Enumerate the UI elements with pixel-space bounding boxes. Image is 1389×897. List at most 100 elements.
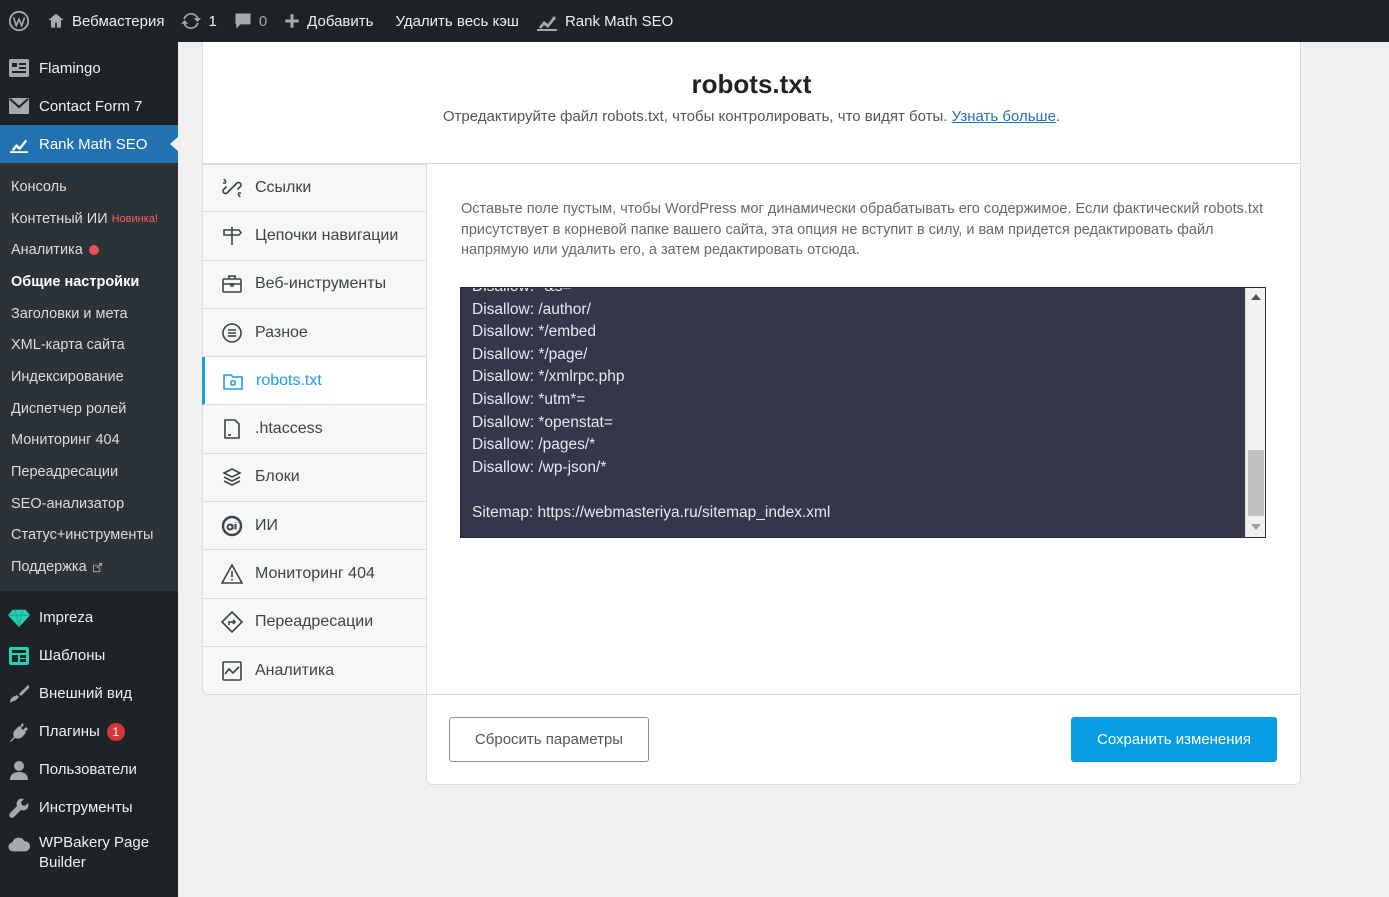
robots-description: Оставьте поле пустым, чтобы WordPress мо… [461,201,1264,258]
save-changes-button[interactable]: Сохранить изменения [1071,717,1277,762]
tab-404-monitor[interactable]: Мониторинг 404 [202,550,427,599]
diamond-icon [8,607,30,629]
updates-link[interactable]: 1 [172,0,224,42]
submenu-general-settings[interactable]: Общие настройки [0,266,178,298]
tab-label: Разное [255,323,308,341]
submenu-analytics[interactable]: Аналитика [0,234,178,266]
settings-tabs: Ссылки Цепочки навигации Веб-инструменты… [202,164,427,696]
tab-label: Блоки [255,468,300,486]
rank-math-adminbar-label: Rank Math SEO [564,12,674,30]
submenu-label: Заголовки и мета [11,305,128,322]
refresh-icon [181,13,202,29]
new-badge: Новинка! [111,212,158,225]
file-icon [221,418,243,440]
submenu-label: Контетный ИИ [11,210,108,227]
scroll-up-arrow-icon[interactable] [1251,294,1261,300]
clear-cache-label: Удалить весь кэш [395,12,519,30]
tab-redirections[interactable]: Переадресации [202,598,427,647]
menu-contact-form-7-label: Contact Form 7 [39,97,143,115]
submenu-status-tools[interactable]: Статус+инструменты [0,520,178,552]
site-name-link[interactable]: Вебмастерия [38,0,172,42]
tab-analytics[interactable]: Аналитика [202,646,427,696]
comment-icon [235,13,251,29]
menu-rank-math-seo[interactable]: Rank Math SEO [0,125,179,163]
menu-tools-label: Инструменты [39,799,133,817]
settings-footer: Сбросить параметры Сохранить изменения [426,694,1301,785]
submenu-label: Диспетчер ролей [11,400,127,417]
comments-link[interactable]: 0 [225,0,275,42]
menu-wpbakery-label: WPBakery Page Builder [39,833,150,871]
tab-webmaster-tools[interactable]: Веб-инструменты [202,260,427,309]
menu-impreza[interactable]: Impreza [0,599,178,637]
editor-scrollbar[interactable] [1245,288,1265,537]
robots-txt-editor[interactable]: Disallow: *&s=Disallow: /author/Disallow… [460,287,1266,538]
mail-icon [8,95,30,117]
tab-htaccess[interactable]: .htaccess [202,405,427,454]
redirect-icon [221,611,243,634]
menu-plugins-label: Плагины [39,723,100,741]
submenu-console[interactable]: Консоль [0,171,178,203]
submenu-role-manager[interactable]: Диспетчер ролей [0,393,178,425]
submenu-indexing[interactable]: Индексирование [0,361,178,393]
robots-settings-panel: Оставьте поле пустым, чтобы WordPress мо… [426,164,1301,695]
notification-dot [88,245,99,256]
menu-flamingo[interactable]: Flamingo [0,49,178,87]
tab-label: Переадресации [255,613,374,631]
rank-math-icon [536,16,557,31]
submenu-label: Переадресации [11,464,119,481]
submenu-404-monitor[interactable]: Мониторинг 404 [0,425,178,457]
submenu-redirections[interactable]: Переадресации [0,456,178,488]
reset-options-button[interactable]: Сбросить параметры [449,717,649,762]
settings-header: robots.txt Отредактируйте файл robots.tx… [202,42,1301,164]
menu-contact-form-7[interactable]: Contact Form 7 [0,87,178,125]
user-icon [8,759,30,781]
editor-content: Disallow: *&s=Disallow: /author/Disallow… [472,288,830,525]
tab-label: .htaccess [255,420,323,438]
tab-label: Аналитика [255,661,335,679]
links-icon [221,177,243,199]
submenu-seo-analyzer[interactable]: SEO-анализатор [0,488,178,520]
toolbox-icon [221,273,243,295]
menu-appearance[interactable]: Внешний вид [0,675,178,713]
menu-plugins[interactable]: Плагины 1 [0,713,178,751]
submenu-titles-meta[interactable]: Заголовки и мета [0,298,178,330]
submenu-label: XML-карта сайта [11,337,125,354]
tab-blocks[interactable]: Блоки [202,453,427,503]
scroll-down-arrow-icon[interactable] [1251,524,1261,530]
folder-icon [222,370,244,392]
wordpress-logo-button[interactable] [0,0,38,42]
menu-tools[interactable]: Инструменты [0,789,178,827]
ai-icon [221,515,243,537]
tab-label: robots.txt [256,371,322,389]
submenu-content-ai[interactable]: Контетный ИИ Новинка! [0,203,178,235]
plus-icon [285,14,299,28]
clear-cache-link[interactable]: Удалить весь кэш [381,0,526,42]
tab-robots-txt[interactable]: robots.txt [202,357,427,406]
tab-links[interactable]: Ссылки [202,164,427,213]
editor-line: Disallow: */page/ [472,345,588,363]
scroll-thumb[interactable] [1248,450,1264,516]
menu-templates[interactable]: Шаблоны [0,637,178,675]
site-name-label: Вебмастерия [72,12,165,30]
submenu-sitemap[interactable]: XML-карта сайта [0,329,178,361]
submenu-label: Консоль [11,178,67,195]
menu-users[interactable]: Пользователи [0,751,178,789]
editor-line: Disallow: */embed [472,323,597,341]
list-circle-icon [221,322,243,344]
submenu-label: Мониторинг 404 [11,432,120,449]
menu-wpbakery[interactable]: WPBakery Page Builder [0,827,178,877]
add-new-link[interactable]: Добавить [275,0,381,42]
tab-ai[interactable]: ИИ [202,502,427,551]
submenu-label: Общие настройки [11,273,140,290]
learn-more-link[interactable]: Узнать больше [952,108,1056,125]
comments-count: 0 [258,12,268,30]
menu-rank-math-seo-label: Rank Math SEO [39,135,148,153]
brush-icon [8,683,30,705]
tab-breadcrumbs[interactable]: Цепочки навигации [202,212,427,261]
rank-math-adminbar-link[interactable]: Rank Math SEO [527,0,681,42]
tab-label: Цепочки навигации [255,226,399,244]
tab-others[interactable]: Разное [202,308,427,358]
submenu-support[interactable]: Поддержка [0,551,178,583]
menu-flamingo-label: Flamingo [39,59,101,77]
